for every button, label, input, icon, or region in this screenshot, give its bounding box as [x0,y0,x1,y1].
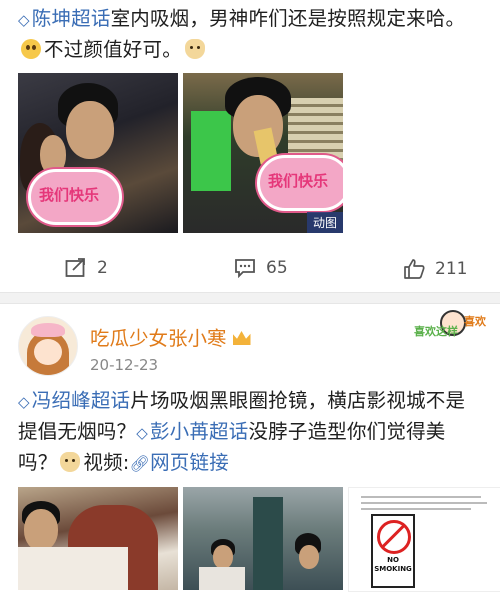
post-2-image-1[interactable] [18,487,178,590]
figure-face [66,101,114,159]
post-divider [0,292,500,304]
post-1-text-line2: 不过颜值好可。 [44,38,182,61]
crown-badge-icon [232,331,251,345]
weibo-post-1: ◇ 陈坤超话室内吸烟，男神咋们还是按照规定来哈。 不过颜值好可。 我们快乐 我们快… [0,0,500,292]
doc-line [361,502,487,504]
post-1-image-1[interactable]: 我们快乐 [18,73,178,233]
topic-diamond-icon: ◇ [18,393,30,411]
smile-face-emoji-icon [21,39,41,59]
repost-icon [65,258,85,277]
sticker-badge: 我们快乐 [257,155,343,211]
post-2-text: ◇ 冯绍峰超话片场吸烟黑眼圈抢镜，横店影视城不是 提倡无烟吗？◇ 彭小苒超话没脖子造… [18,389,466,474]
post-2-image-3[interactable]: NO SMOKING [348,487,500,592]
pillar [253,497,283,590]
username[interactable]: 吃瓜少女张小寒 [90,322,251,351]
comment-button[interactable]: 65 [234,258,288,278]
post-1-text-line1: 室内吸烟，男神咋们还是按照规定来哈。 [110,7,466,30]
avatar[interactable] [18,316,78,376]
topic-diamond-icon: ◇ [18,11,30,29]
gif-badge: 动图 [306,212,343,233]
green-screen [191,111,231,191]
sticker-badge: 我们快乐 [28,169,122,225]
white-costume [199,567,245,590]
doge-emoji-icon [184,39,205,59]
avatar-face [34,339,62,365]
figure-face [213,545,233,569]
doc-line [361,508,471,510]
link-icon: 🔗︎ [129,454,151,473]
repost-button[interactable]: 2 [65,258,108,278]
avatar-hat [31,323,65,337]
like-button[interactable]: 211 [403,258,467,279]
no-smoking-sign: NO SMOKING [371,514,415,588]
decoration-sticker: 喜欢这样 喜欢 [410,306,490,358]
topic-link-pengxiaoran[interactable]: ◇ 彭小苒超话 [136,420,248,443]
repost-count: 2 [97,258,108,278]
thumbs-up-icon [404,259,425,279]
post-1-image-2[interactable]: 我们快乐 动图 [183,73,343,233]
doge-emoji-icon [60,452,81,472]
figure-face [24,509,58,551]
like-count: 211 [435,258,468,279]
figure-face-2 [299,545,319,569]
doc-line [361,496,481,498]
weibo-post-2: 吃瓜少女张小寒 20-12-23 喜欢这样 喜欢 ◇ 冯绍峰超话片场吸烟黑眼圈抢镜… [0,304,500,592]
comment-count: 65 [266,258,288,278]
web-link[interactable]: 🔗︎网页链接 [130,451,229,474]
no-smoking-icon [377,520,411,554]
post-2-image-2[interactable] [183,487,343,590]
topic-link-chenkun[interactable]: ◇ 陈坤超话 [18,7,111,30]
topic-link-fengshaofeng[interactable]: ◇ 冯绍峰超话 [18,389,130,412]
white-robe [18,547,128,590]
post-1-action-bar: 2 65 211 [0,252,500,290]
post-time: 20-12-23 [90,356,159,374]
topic-diamond-icon: ◇ [136,424,148,442]
comment-icon [235,259,255,278]
post-1-text: ◇ 陈坤超话室内吸烟，男神咋们还是按照规定来哈。 不过颜值好可。 [18,4,488,65]
